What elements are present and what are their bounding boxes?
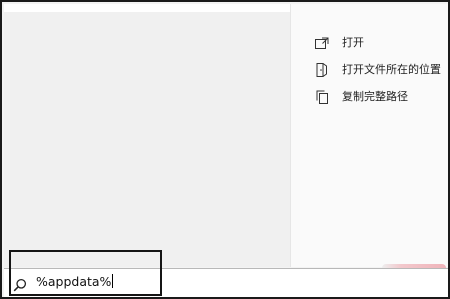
text-caret xyxy=(112,274,114,288)
search-bar[interactable]: %appdata% xyxy=(4,268,448,297)
screenshot-frame: 打开 打开文件所在的位置 复制完整路径 %appdata% xyxy=(0,0,450,299)
open-icon xyxy=(314,35,332,49)
menu-item-open[interactable]: 打开 xyxy=(314,32,441,52)
search-input[interactable]: %appdata% xyxy=(36,274,114,289)
copy-icon xyxy=(314,89,332,104)
results-preview-pane xyxy=(4,4,290,267)
file-location-icon xyxy=(314,62,332,77)
menu-item-label: 打开文件所在的位置 xyxy=(342,63,441,76)
menu-item-copy-full-path[interactable]: 复制完整路径 xyxy=(314,86,441,106)
menu-item-label: 打开 xyxy=(342,36,364,49)
context-menu: 打开 打开文件所在的位置 复制完整路径 xyxy=(314,32,441,113)
search-input-value: %appdata% xyxy=(36,274,112,289)
menu-item-open-file-location[interactable]: 打开文件所在的位置 xyxy=(314,59,441,79)
search-icon xyxy=(13,277,27,296)
menu-item-label: 复制完整路径 xyxy=(342,90,408,103)
